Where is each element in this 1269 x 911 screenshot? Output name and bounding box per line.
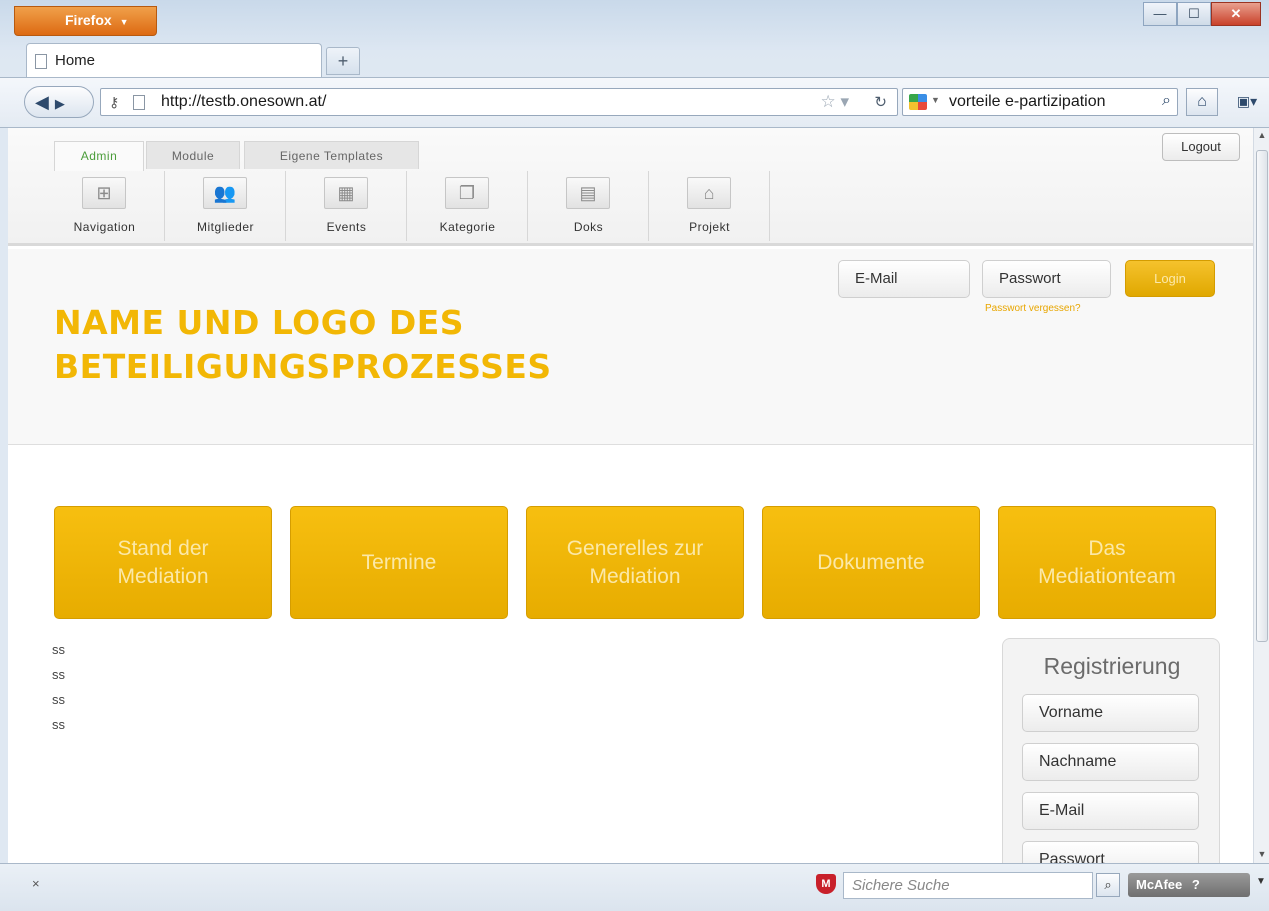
extension-icon[interactable]: ▣▾ <box>1230 88 1264 116</box>
forgot-password-link[interactable]: Passwort vergessen? <box>985 303 1081 314</box>
site-title: NAME UND LOGO DES BETEILIGUNGSPROZESSES <box>54 301 614 389</box>
reload-icon[interactable]: ↻ <box>874 93 887 111</box>
registration-title: Registrierung <box>1043 653 1181 679</box>
chevron-down-icon: ▼ <box>119 17 129 27</box>
menu-termine[interactable]: Termine <box>290 506 508 619</box>
tool-label: Projekt <box>689 220 730 234</box>
tool-navigation[interactable]: ⊞ Navigation <box>44 171 165 241</box>
content-text: ss <box>52 667 65 682</box>
tool-kategorie[interactable]: ❐ Kategorie <box>407 171 528 241</box>
tool-projekt[interactable]: ⌂ Projekt <box>649 171 770 241</box>
tool-label: Doks <box>573 220 604 234</box>
admin-tools: ⊞ Navigation 👥 Mitglieder ▦ Events ❐ Kat… <box>44 171 770 241</box>
firstname-field[interactable]: Vorname <box>1022 694 1199 732</box>
search-bar[interactable]: ▼ vorteile e-partizipation ⌕ <box>902 88 1178 116</box>
menu-generelles[interactable]: Generelles zur Mediation <box>526 506 744 619</box>
tool-mitglieder[interactable]: 👥 Mitglieder <box>165 171 286 241</box>
forward-arrow-icon[interactable]: ▶ <box>55 96 71 111</box>
tool-events[interactable]: ▦ Events <box>286 171 407 241</box>
status-bar: × M Sichere Suche ⌕ McAfee ? ▼ <box>0 863 1269 911</box>
menu-mediationteam[interactable]: Das Mediationteam <box>998 506 1216 619</box>
tool-doks[interactable]: ▤ Doks <box>528 171 649 241</box>
mcafee-button[interactable]: McAfee ? <box>1128 873 1250 897</box>
tab-title: Home <box>55 52 96 69</box>
back-forward-button[interactable]: ◀▶ <box>24 86 94 118</box>
minimize-icon[interactable]: — <box>1143 2 1177 26</box>
vertical-scrollbar[interactable]: ▲ ▼ <box>1253 128 1269 863</box>
search-icon[interactable]: ⌕ <box>1096 873 1120 897</box>
shield-icon[interactable]: M <box>816 874 836 894</box>
password-field[interactable]: Passwort <box>1022 841 1199 863</box>
page-icon <box>133 95 145 110</box>
url-text[interactable]: http://testb.onesown.at/ <box>161 93 326 111</box>
home-icon: ⌂ <box>687 177 731 209</box>
content-text: ss <box>52 717 65 732</box>
mcafee-label: McAfee <box>1136 877 1183 892</box>
help-icon[interactable]: ? <box>1192 877 1200 892</box>
content-text: ss <box>52 692 65 707</box>
url-bar[interactable]: ⚷ http://testb.onesown.at/ ☆ ▾ ↻ <box>100 88 898 116</box>
content-text: ss <box>52 642 65 657</box>
browser-tab[interactable]: Home <box>26 43 322 77</box>
registration-panel: Registrierung Vorname Nachname E-Mail Pa… <box>1002 638 1220 863</box>
site-title-line: BETEILIGUNGSPROZESSES <box>54 347 552 386</box>
email-field[interactable]: E-Mail <box>838 260 970 298</box>
email-field[interactable]: E-Mail <box>1022 792 1199 830</box>
chevron-down-icon[interactable]: ▼ <box>931 95 940 105</box>
site-header: NAME UND LOGO DES BETEILIGUNGSPROZESSES … <box>8 249 1253 445</box>
bookmark-star-icon[interactable]: ☆ ▾ <box>821 92 850 112</box>
page-viewport: Admin Module Eigene Templates Logout ⊞ N… <box>8 128 1253 863</box>
tool-label: Events <box>326 220 367 234</box>
google-icon[interactable] <box>909 94 927 110</box>
site-title-line: NAME UND LOGO DES <box>54 303 465 342</box>
scroll-down-icon[interactable]: ▼ <box>1254 849 1269 859</box>
admin-toolbar: Admin Module Eigene Templates Logout ⊞ N… <box>8 128 1253 246</box>
members-icon: 👥 <box>203 177 247 209</box>
scroll-up-icon[interactable]: ▲ <box>1254 130 1269 140</box>
chevron-down-icon[interactable]: ▼ <box>1256 876 1266 887</box>
tab-module[interactable]: Module <box>146 141 240 169</box>
sitemap-icon: ⊞ <box>82 177 126 209</box>
password-field[interactable]: Passwort <box>982 260 1111 298</box>
tool-label: Kategorie <box>439 220 496 234</box>
scroll-thumb[interactable] <box>1256 150 1268 642</box>
tool-label: Mitglieder <box>196 220 255 234</box>
close-icon[interactable]: × <box>32 876 40 891</box>
firefox-menu-label: Firefox <box>65 12 112 28</box>
menu-dokumente[interactable]: Dokumente <box>762 506 980 619</box>
login-button[interactable]: Login <box>1125 260 1215 297</box>
lastname-field[interactable]: Nachname <box>1022 743 1199 781</box>
firefox-menu-button[interactable]: Firefox ▼ <box>14 6 157 36</box>
new-tab-button[interactable]: + <box>326 47 360 75</box>
document-icon: ▤ <box>566 177 610 209</box>
tab-admin[interactable]: Admin <box>54 141 144 171</box>
menu-stand-der-mediation[interactable]: Stand der Mediation <box>54 506 272 619</box>
page-icon <box>35 54 47 69</box>
search-icon[interactable]: ⌕ <box>1162 92 1171 110</box>
key-icon: ⚷ <box>109 94 120 110</box>
calendar-icon: ▦ <box>324 177 368 209</box>
pages-icon: ❐ <box>445 177 489 209</box>
logout-button[interactable]: Logout <box>1162 133 1240 161</box>
home-icon[interactable]: ⌂ <box>1186 88 1218 116</box>
back-arrow-icon[interactable]: ◀ <box>35 92 55 112</box>
tool-label: Navigation <box>73 220 136 234</box>
navigation-toolbar: ◀▶ ⚷ http://testb.onesown.at/ ☆ ▾ ↻ ▼ vo… <box>0 77 1269 128</box>
close-window-icon[interactable]: ✕ <box>1211 2 1261 26</box>
maximize-icon[interactable]: ☐ <box>1177 2 1211 26</box>
tab-eigene-templates[interactable]: Eigene Templates <box>244 141 419 169</box>
window-controls: — ☐ ✕ <box>1143 2 1261 26</box>
search-query[interactable]: vorteile e-partizipation <box>949 93 1106 111</box>
secure-search-input[interactable]: Sichere Suche <box>843 872 1093 899</box>
browser-chrome: Firefox ▼ — ☐ ✕ Home + ◀▶ ⚷ http://testb… <box>0 0 1269 128</box>
